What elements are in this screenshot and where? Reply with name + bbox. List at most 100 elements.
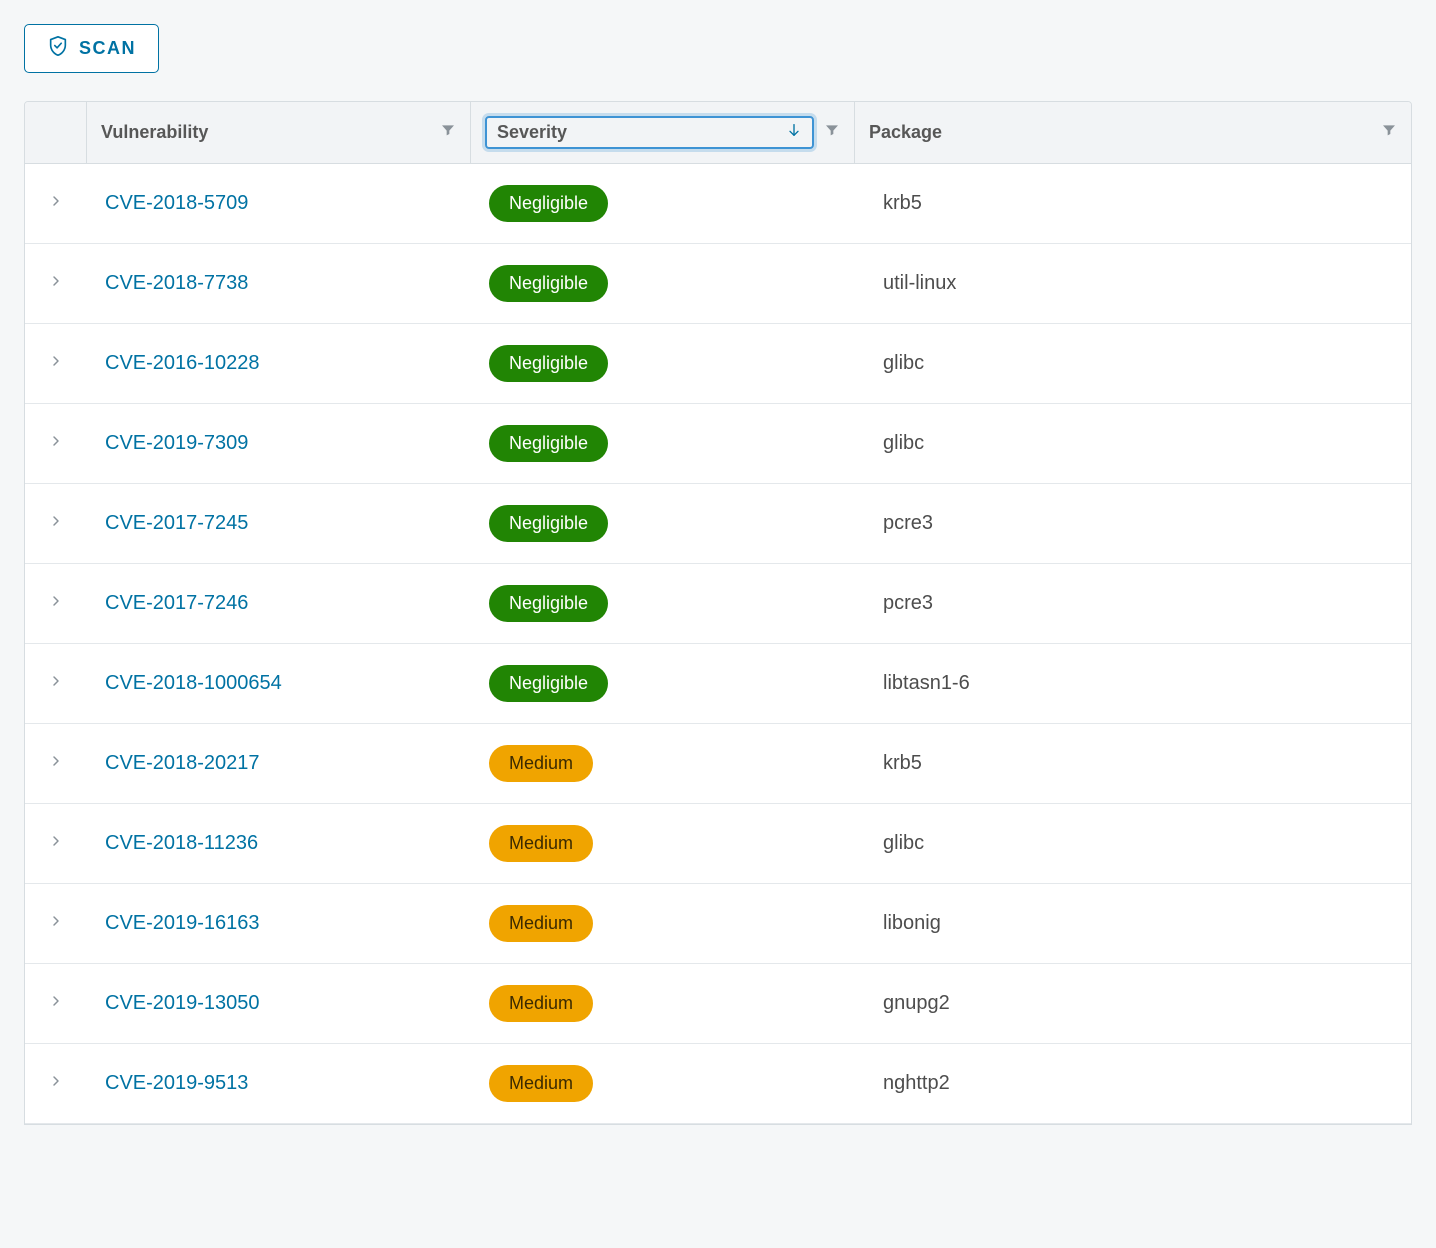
cve-link[interactable]: CVE-2017-7246 bbox=[105, 592, 248, 614]
chevron-right-icon[interactable] bbox=[48, 433, 64, 454]
cve-link[interactable]: CVE-2018-11236 bbox=[105, 832, 258, 854]
column-header-severity[interactable]: Severity bbox=[471, 102, 855, 163]
chevron-right-icon[interactable] bbox=[48, 593, 64, 614]
severity-badge: Medium bbox=[489, 825, 593, 862]
column-header-package[interactable]: Package bbox=[855, 102, 1411, 163]
package-cell: nghttp2 bbox=[855, 1072, 1411, 1095]
vulnerability-cell: CVE-2018-11236 bbox=[87, 832, 471, 855]
vulnerabilities-table: Vulnerability Severity bbox=[24, 101, 1412, 1125]
expand-cell bbox=[25, 193, 87, 214]
expand-cell bbox=[25, 513, 87, 534]
severity-badge: Negligible bbox=[489, 585, 608, 622]
severity-cell: Negligible bbox=[471, 345, 855, 382]
table-row: CVE-2018-20217 Medium krb5 bbox=[25, 724, 1411, 804]
package-name: glibc bbox=[883, 832, 924, 854]
filter-icon[interactable] bbox=[824, 122, 840, 143]
column-label: Package bbox=[869, 122, 942, 143]
expand-cell bbox=[25, 753, 87, 774]
filter-icon[interactable] bbox=[1381, 122, 1397, 143]
package-cell: gnupg2 bbox=[855, 992, 1411, 1015]
chevron-right-icon[interactable] bbox=[48, 193, 64, 214]
column-label: Severity bbox=[497, 122, 567, 143]
cve-link[interactable]: CVE-2018-1000654 bbox=[105, 672, 282, 694]
shield-check-icon bbox=[47, 35, 69, 62]
cve-link[interactable]: CVE-2018-7738 bbox=[105, 272, 248, 294]
package-name: libtasn1-6 bbox=[883, 672, 970, 694]
table-row: CVE-2017-7245 Negligible pcre3 bbox=[25, 484, 1411, 564]
table-row: CVE-2019-16163 Medium libonig bbox=[25, 884, 1411, 964]
table-row: CVE-2018-5709 Negligible krb5 bbox=[25, 164, 1411, 244]
package-name: nghttp2 bbox=[883, 1072, 950, 1094]
severity-cell: Medium bbox=[471, 745, 855, 782]
package-name: libonig bbox=[883, 912, 941, 934]
expand-cell bbox=[25, 433, 87, 454]
severity-badge: Negligible bbox=[489, 665, 608, 702]
package-name: glibc bbox=[883, 432, 924, 454]
cve-link[interactable]: CVE-2017-7245 bbox=[105, 512, 248, 534]
package-name: util-linux bbox=[883, 272, 956, 294]
vulnerability-cell: CVE-2018-5709 bbox=[87, 192, 471, 215]
severity-cell: Negligible bbox=[471, 185, 855, 222]
package-name: gnupg2 bbox=[883, 992, 950, 1014]
chevron-right-icon[interactable] bbox=[48, 513, 64, 534]
chevron-right-icon[interactable] bbox=[48, 273, 64, 294]
chevron-right-icon[interactable] bbox=[48, 833, 64, 854]
table-row: CVE-2018-1000654 Negligible libtasn1-6 bbox=[25, 644, 1411, 724]
chevron-right-icon[interactable] bbox=[48, 753, 64, 774]
package-cell: krb5 bbox=[855, 192, 1411, 215]
cve-link[interactable]: CVE-2019-16163 bbox=[105, 912, 260, 934]
expand-cell bbox=[25, 353, 87, 374]
table-row: CVE-2016-10228 Negligible glibc bbox=[25, 324, 1411, 404]
package-name: glibc bbox=[883, 352, 924, 374]
cve-link[interactable]: CVE-2018-5709 bbox=[105, 192, 248, 214]
expand-cell bbox=[25, 833, 87, 854]
column-header-vulnerability[interactable]: Vulnerability bbox=[87, 102, 471, 163]
severity-badge: Medium bbox=[489, 905, 593, 942]
package-name: pcre3 bbox=[883, 592, 933, 614]
cve-link[interactable]: CVE-2016-10228 bbox=[105, 352, 260, 374]
package-cell: libtasn1-6 bbox=[855, 672, 1411, 695]
package-cell: util-linux bbox=[855, 272, 1411, 295]
table-row: CVE-2018-11236 Medium glibc bbox=[25, 804, 1411, 884]
vulnerability-cell: CVE-2019-16163 bbox=[87, 912, 471, 935]
package-name: krb5 bbox=[883, 192, 922, 214]
vulnerability-cell: CVE-2016-10228 bbox=[87, 352, 471, 375]
severity-badge: Negligible bbox=[489, 265, 608, 302]
severity-cell: Negligible bbox=[471, 665, 855, 702]
table-header-row: Vulnerability Severity bbox=[25, 102, 1411, 164]
severity-badge: Medium bbox=[489, 745, 593, 782]
cve-link[interactable]: CVE-2019-7309 bbox=[105, 432, 248, 454]
severity-badge: Negligible bbox=[489, 185, 608, 222]
cve-link[interactable]: CVE-2018-20217 bbox=[105, 752, 260, 774]
table-body: CVE-2018-5709 Negligible krb5 CVE-2018-7738… bbox=[25, 164, 1411, 1124]
scan-button[interactable]: SCAN bbox=[24, 24, 159, 73]
package-cell: glibc bbox=[855, 832, 1411, 855]
vulnerability-cell: CVE-2018-7738 bbox=[87, 272, 471, 295]
filter-icon[interactable] bbox=[440, 122, 456, 143]
sort-active-box[interactable]: Severity bbox=[485, 116, 814, 149]
severity-cell: Medium bbox=[471, 985, 855, 1022]
package-cell: libonig bbox=[855, 912, 1411, 935]
chevron-right-icon[interactable] bbox=[48, 913, 64, 934]
chevron-right-icon[interactable] bbox=[48, 993, 64, 1014]
chevron-right-icon[interactable] bbox=[48, 353, 64, 374]
expand-cell bbox=[25, 913, 87, 934]
chevron-right-icon[interactable] bbox=[48, 1073, 64, 1094]
severity-cell: Negligible bbox=[471, 505, 855, 542]
vulnerability-cell: CVE-2019-13050 bbox=[87, 992, 471, 1015]
column-label: Vulnerability bbox=[101, 122, 208, 143]
package-name: pcre3 bbox=[883, 512, 933, 534]
column-expand bbox=[25, 102, 87, 163]
severity-badge: Negligible bbox=[489, 425, 608, 462]
expand-cell bbox=[25, 593, 87, 614]
severity-badge: Negligible bbox=[489, 345, 608, 382]
cve-link[interactable]: CVE-2019-13050 bbox=[105, 992, 260, 1014]
package-cell: krb5 bbox=[855, 752, 1411, 775]
cve-link[interactable]: CVE-2019-9513 bbox=[105, 1072, 248, 1094]
table-row: CVE-2017-7246 Negligible pcre3 bbox=[25, 564, 1411, 644]
vulnerability-cell: CVE-2017-7246 bbox=[87, 592, 471, 615]
table-row: CVE-2019-13050 Medium gnupg2 bbox=[25, 964, 1411, 1044]
chevron-right-icon[interactable] bbox=[48, 673, 64, 694]
package-cell: glibc bbox=[855, 352, 1411, 375]
scan-button-label: SCAN bbox=[79, 38, 136, 59]
